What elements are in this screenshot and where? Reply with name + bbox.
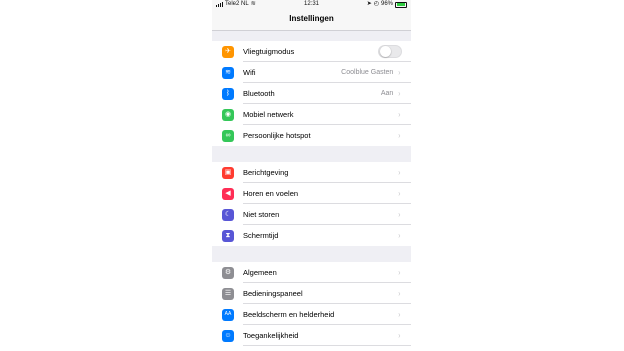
settings-row-toegankelijkheid[interactable]: ☺ Toegankelijkheid › [212,325,411,346]
chevron-right-icon: › [398,309,401,319]
chevron-right-icon: › [398,167,401,177]
row-label: Beeldscherm en helderheid [243,309,335,319]
chevron-right-icon: › [398,267,401,277]
row-label: Bluetooth [243,88,275,98]
airplane-mode-toggle[interactable] [378,44,402,58]
settings-group: ✈ Vliegtuigmodus ≋ Wifi Coolblue Gasten › ᛒ Blu… [212,41,411,146]
clock: 12:31 [303,1,319,7]
row-content: Vliegtuigmodus [243,41,411,62]
row-label: Bedieningspaneel [243,288,303,298]
page-title: Instellingen [212,9,411,31]
wifi-icon: ≋ [222,66,234,79]
row-content: Achtergrond› [243,346,411,351]
chevron-right-icon: › [398,88,401,98]
battery-icon [395,1,407,8]
location-icon: ➤ [366,1,372,7]
row-label: Horen en voelen [243,188,299,198]
settings-screen: Tele2 NL ≋ 12:31 ➤ ◴ 96% Instellingen ✈ V… [212,0,411,351]
row-content: Mobiel netwerk › [243,104,411,125]
settings-row-bluetooth[interactable]: ᛒ Bluetooth Aan › [212,83,411,104]
chevron-right-icon: › [398,109,401,119]
settings-row-vliegtuigmodus[interactable]: ✈ Vliegtuigmodus [212,41,411,62]
row-value: Aan [380,89,394,97]
row-label: Persoonlijke hotspot [243,131,311,140]
battery-percent: 96% [380,1,393,7]
settings-group: ⚙ Algemeen › ☰ Bedieningspaneel › AA Beeldscher… [212,262,411,351]
row-content: Niet storen › [243,204,411,225]
row-label: Vliegtuigmodus [243,46,295,56]
row-content: Persoonlijke hotspot › [243,125,411,146]
row-label: Schermtijd [243,231,279,240]
alarm-icon: ◴ [373,1,379,7]
settings-group: ▣ Berichtgeving › ◀ Horen en voelen › ☾ Niet st… [212,162,411,246]
row-content: Schermtijd › [243,225,411,246]
row-content: Horen en voelen › [243,183,411,204]
hotspot-icon: ∞ [222,129,234,142]
accessibility-icon: ☺ [222,329,234,342]
settings-row-niet-storen[interactable]: ☾ Niet storen › [212,204,411,225]
settings-row-bedieningspaneel[interactable]: ☰ Bedieningspaneel › [212,283,411,304]
chevron-right-icon: › [398,231,401,240]
antenna-icon: ◉ [222,108,234,121]
gear-icon: ⚙ [222,266,234,279]
chevron-right-icon: › [398,209,401,219]
row-label: Mobiel netwerk [243,109,294,119]
settings-row-schermtijd[interactable]: ⧗ Schermtijd › [212,225,411,246]
speaker-icon: ◀ [222,187,234,200]
chevron-right-icon: › [398,288,401,298]
row-content: Bluetooth Aan › [243,83,411,104]
row-content: Beeldscherm en helderheid › [243,304,411,325]
settings-list: ✈ Vliegtuigmodus ≋ Wifi Coolblue Gasten › ᛒ Blu… [212,31,411,351]
chevron-right-icon: › [398,131,401,140]
row-content: Algemeen › [243,262,411,283]
row-label: Berichtgeving [243,167,289,177]
row-label: Wifi [243,67,256,77]
row-value: Coolblue Gasten [341,68,394,76]
chevron-right-icon: › [398,67,401,77]
control-center-icon: ☰ [222,287,234,300]
row-label: Toegankelijkheid [243,330,299,340]
row-content: Wifi Coolblue Gasten › [243,62,411,83]
row-label: Niet storen [243,209,280,219]
hourglass-icon: ⧗ [222,229,234,242]
airplane-icon: ✈ [222,45,234,58]
settings-row-algemeen[interactable]: ⚙ Algemeen › [212,262,411,283]
row-label: Algemeen [243,267,277,277]
chevron-right-icon: › [398,330,401,340]
settings-row-mobiel-netwerk[interactable]: ◉ Mobiel netwerk › [212,104,411,125]
row-content: Bedieningspaneel › [243,283,411,304]
settings-row-wifi[interactable]: ≋ Wifi Coolblue Gasten › [212,62,411,83]
chevron-right-icon: › [398,188,401,198]
notifications-icon: ▣ [222,166,234,179]
bluetooth-icon: ᛒ [222,87,234,100]
settings-row-berichtgeving[interactable]: ▣ Berichtgeving › [212,162,411,183]
settings-row-persoonlijke-hotspot[interactable]: ∞ Persoonlijke hotspot › [212,125,411,146]
settings-row-achtergrond[interactable]: ❀Achtergrond› [212,346,411,351]
moon-icon: ☾ [222,208,234,221]
settings-row-beeldscherm-en-helderheid[interactable]: AA Beeldscherm en helderheid › [212,304,411,325]
row-content: Toegankelijkheid › [243,325,411,346]
display-icon: AA [222,308,234,321]
status-bar: Tele2 NL ≋ 12:31 ➤ ◴ 96% [212,0,411,9]
settings-row-horen-en-voelen[interactable]: ◀ Horen en voelen › [212,183,411,204]
row-content: Berichtgeving › [243,162,411,183]
